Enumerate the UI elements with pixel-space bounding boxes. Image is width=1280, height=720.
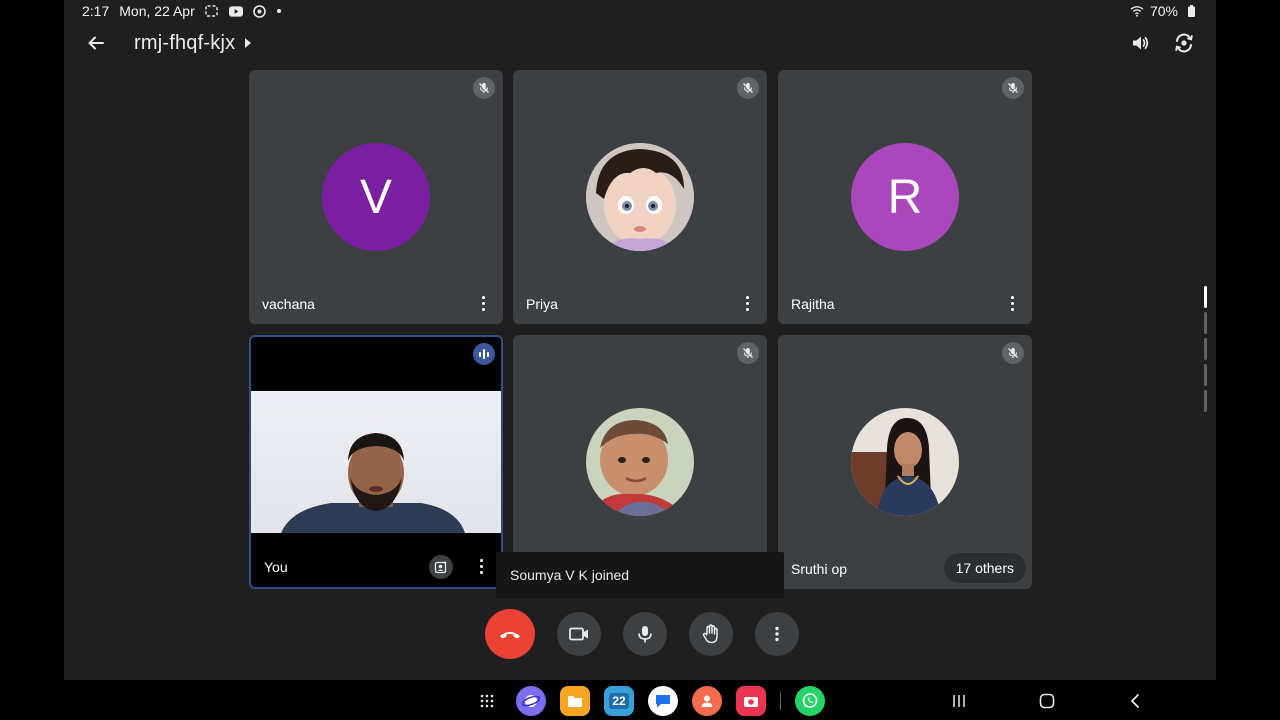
- page-dot: [1204, 390, 1207, 412]
- avatar: R: [851, 143, 959, 251]
- messages-icon[interactable]: [648, 686, 678, 716]
- arrow-left-icon: [88, 36, 104, 50]
- participant-tile[interactable]: [513, 335, 767, 589]
- call-controls: [64, 609, 1216, 659]
- contacts-icon[interactable]: [692, 686, 722, 716]
- page-dot: [1204, 312, 1207, 334]
- speaking-indicator-icon: [473, 343, 495, 365]
- system-navigation-bar: 22: [64, 680, 1216, 720]
- avatar-photo: [586, 143, 694, 251]
- wifi-icon: [1130, 4, 1144, 18]
- calendar-icon[interactable]: 22: [604, 686, 634, 716]
- mic-muted-icon: [1002, 77, 1024, 99]
- avatar-photo: [851, 408, 959, 516]
- tile-more-options-button[interactable]: [1004, 293, 1020, 313]
- chevron-left-icon: [1131, 694, 1139, 708]
- effects-icon: [434, 560, 447, 574]
- recents-icon: [953, 695, 965, 707]
- switch-camera-icon: [1175, 33, 1193, 53]
- meeting-header: rmj-fhqf-kjx: [82, 28, 1198, 58]
- page-dot: [1204, 286, 1207, 308]
- mic-muted-icon: [1002, 342, 1024, 364]
- meeting-code[interactable]: rmj-fhqf-kjx: [134, 32, 235, 55]
- tile-more-options-button[interactable]: [473, 556, 489, 576]
- battery-icon: [1184, 4, 1198, 18]
- mic-muted-icon: [473, 77, 495, 99]
- audio-output-button[interactable]: [1126, 29, 1154, 57]
- self-camera-video: [251, 391, 501, 533]
- participant-name: You: [264, 559, 288, 575]
- toast-message: Soumya V K joined: [510, 567, 630, 583]
- tile-more-options-button[interactable]: [475, 293, 491, 313]
- app-drawer-icon[interactable]: [472, 686, 502, 716]
- battery-percent: 70%: [1149, 3, 1178, 19]
- hang-up-icon: [500, 632, 520, 639]
- avatar-photo: [586, 408, 694, 516]
- tile-more-options-button[interactable]: [739, 293, 755, 313]
- caret-right-icon[interactable]: [245, 38, 252, 48]
- mic-muted-icon: [737, 77, 759, 99]
- participant-name: Rajitha: [791, 296, 835, 312]
- participant-tile-vachana[interactable]: V vachana: [249, 70, 503, 324]
- camera-toggle-button[interactable]: [557, 612, 601, 656]
- microphone-toggle-button[interactable]: [623, 612, 667, 656]
- page-dot: [1204, 364, 1207, 386]
- camera-app-icon[interactable]: [736, 686, 766, 716]
- system-back-button[interactable]: [1122, 688, 1148, 714]
- samsung-internet-icon[interactable]: [516, 686, 546, 716]
- whatsapp-icon[interactable]: [795, 686, 825, 716]
- self-view-tile[interactable]: You: [249, 335, 503, 589]
- video-camera-icon: [569, 627, 588, 641]
- participant-tile-priya[interactable]: Priya: [513, 70, 767, 324]
- switch-camera-button[interactable]: [1170, 29, 1198, 57]
- join-notification-toast: Soumya V K joined: [496, 552, 784, 598]
- end-call-button[interactable]: [485, 609, 535, 659]
- hand-icon: [702, 624, 718, 644]
- page-scroll-indicator[interactable]: [1204, 286, 1207, 412]
- microphone-icon: [638, 626, 652, 643]
- meet-notification-icon: [253, 4, 267, 18]
- others-count-chip[interactable]: 17 others: [943, 553, 1026, 583]
- speaker-icon: [1133, 36, 1149, 50]
- screenshot-icon: [205, 4, 219, 18]
- status-time: 2:17: [82, 3, 110, 19]
- visual-effects-button[interactable]: [429, 555, 453, 579]
- dock-divider: [780, 692, 781, 710]
- participant-name: Priya: [526, 296, 558, 312]
- status-date: Mon, 22 Apr: [119, 3, 195, 19]
- more-notifications-dot: [276, 9, 281, 13]
- app-dock: 22: [472, 686, 825, 716]
- meet-screen: 2:17 Mon, 22 Apr 70% rmj-fhqf-kjx V vach…: [64, 0, 1216, 720]
- participant-name: vachana: [262, 296, 315, 312]
- youtube-icon: [228, 4, 243, 18]
- home-icon: [1039, 693, 1055, 709]
- home-button[interactable]: [1034, 688, 1060, 714]
- calendar-day: 22: [609, 693, 629, 709]
- recent-apps-button[interactable]: [946, 688, 972, 714]
- participant-tile-rajitha[interactable]: R Rajitha: [778, 70, 1032, 324]
- participant-name: Sruthi op: [791, 561, 848, 577]
- back-button[interactable]: [82, 29, 110, 57]
- more-vertical-icon: [775, 626, 779, 642]
- status-bar: 2:17 Mon, 22 Apr 70%: [82, 2, 1198, 20]
- avatar: V: [322, 143, 430, 251]
- raise-hand-button[interactable]: [689, 612, 733, 656]
- mic-muted-icon: [737, 342, 759, 364]
- participant-tile-sruthi-op[interactable]: Sruthi op 17 others: [778, 335, 1032, 589]
- more-options-button[interactable]: [755, 612, 799, 656]
- my-files-icon[interactable]: [560, 686, 590, 716]
- page-dot: [1204, 338, 1207, 360]
